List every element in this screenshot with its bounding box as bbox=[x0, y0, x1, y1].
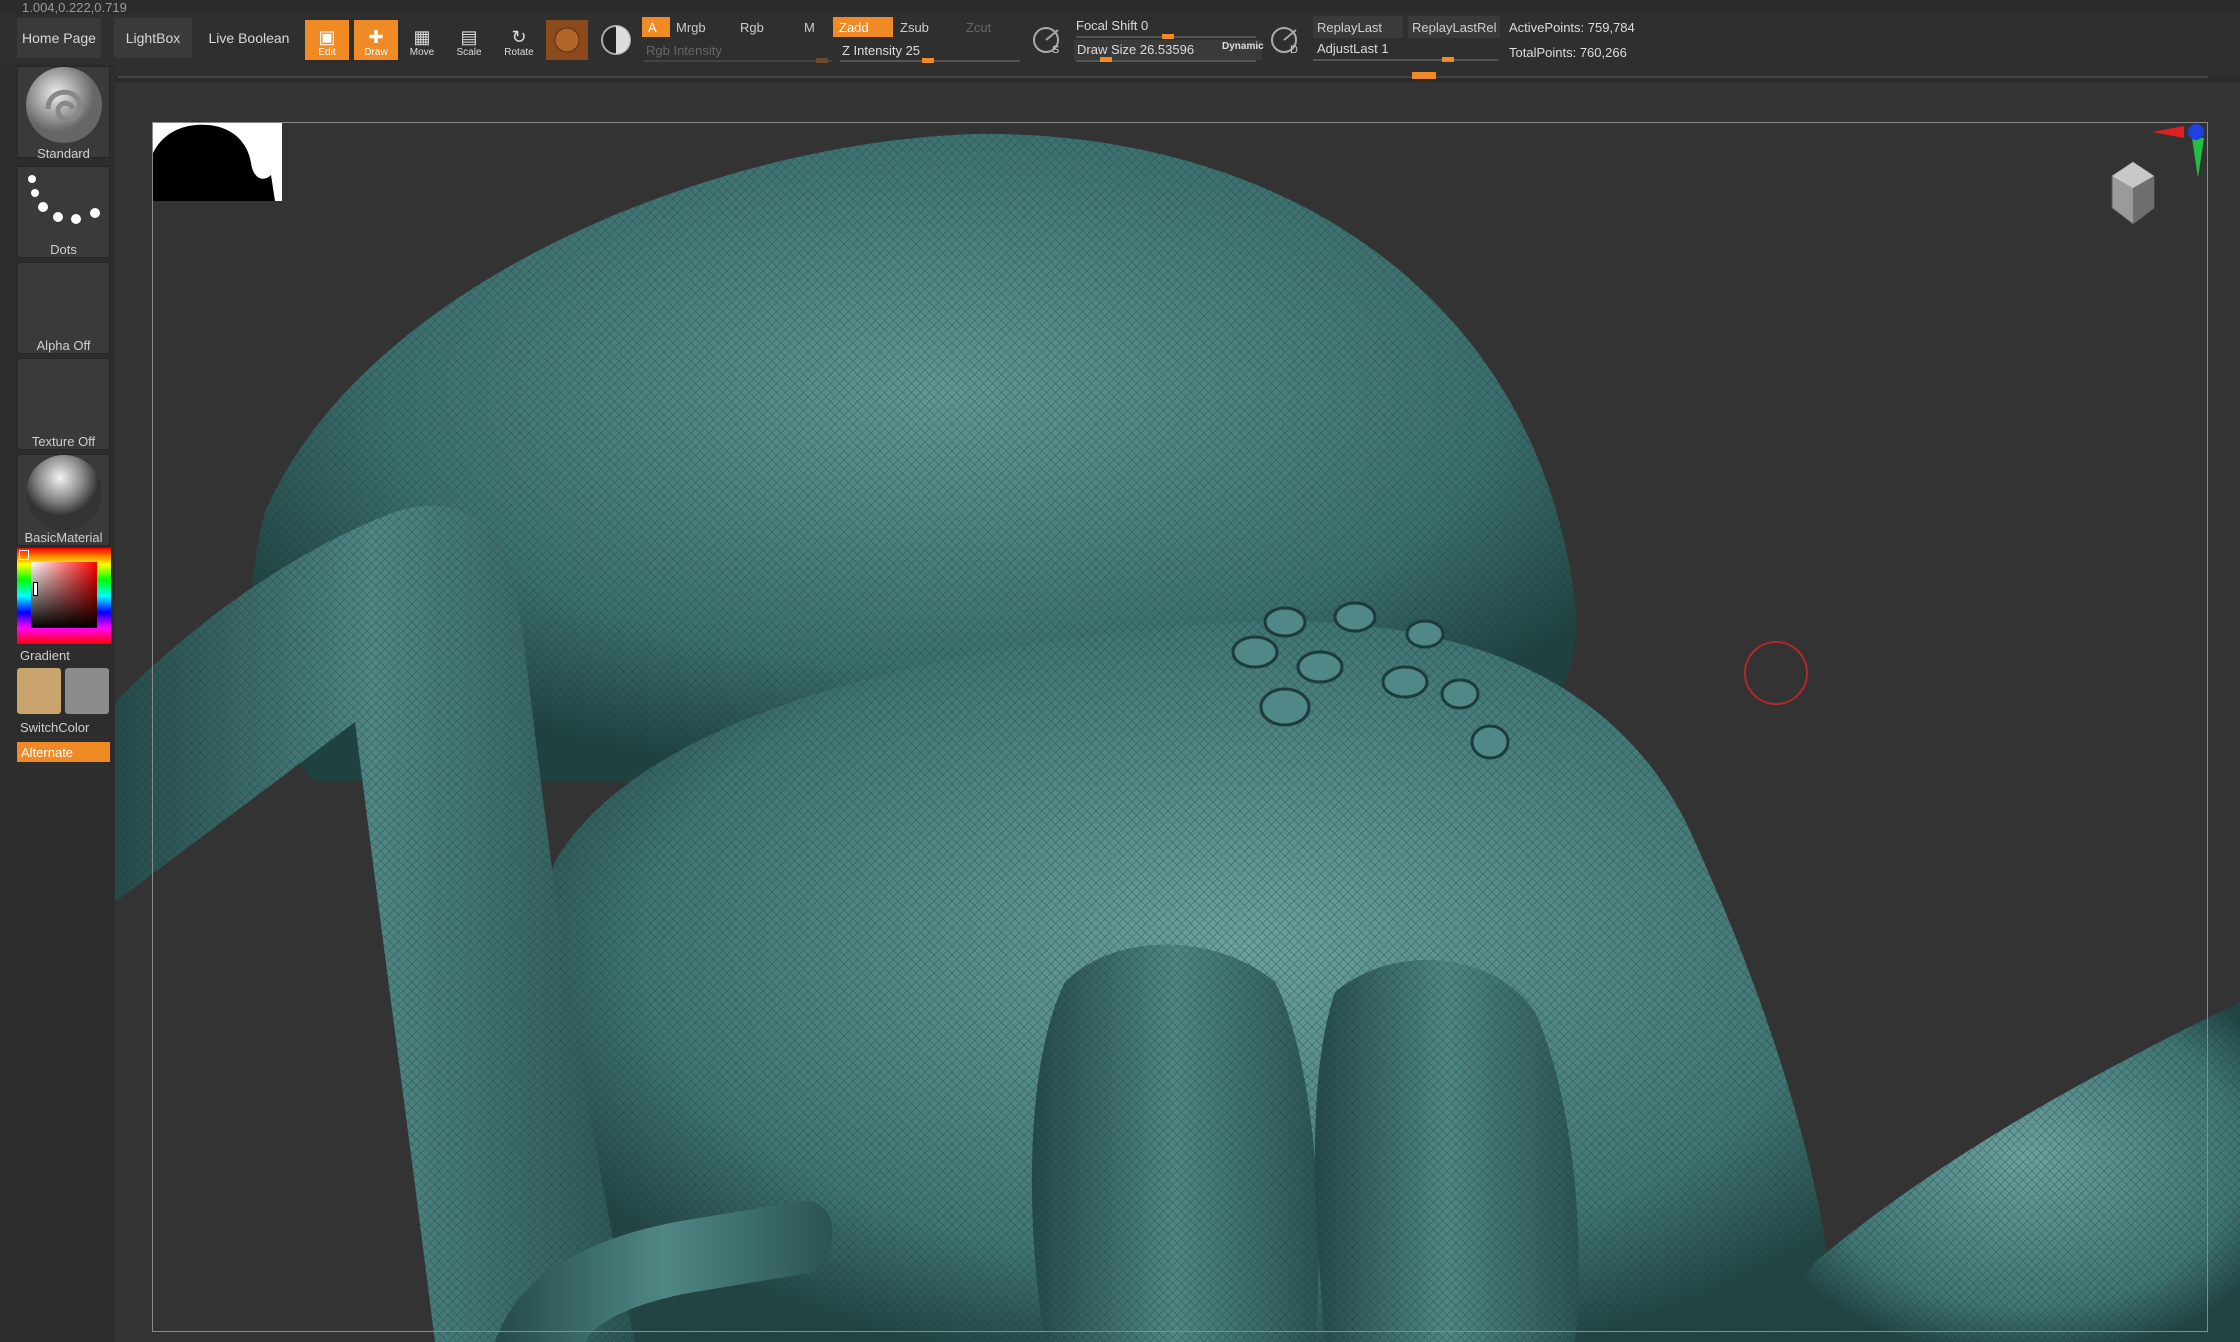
document-frame bbox=[152, 122, 2208, 1332]
switch-color-button[interactable]: SwitchColor bbox=[20, 720, 89, 735]
secondary-color-swatch[interactable] bbox=[65, 668, 109, 714]
adjust-last-slider[interactable]: AdjustLast 1 bbox=[1317, 41, 1389, 56]
gradient-label: Gradient bbox=[20, 648, 70, 663]
replay-last-button[interactable]: ReplayLast bbox=[1313, 16, 1403, 38]
move-button[interactable]: ▦ Move bbox=[400, 20, 444, 60]
standard-brush-icon bbox=[26, 67, 102, 143]
zadd-toggle[interactable]: Zadd bbox=[833, 17, 893, 37]
edit-button[interactable]: ▣ Edit bbox=[305, 20, 349, 60]
z-intensity-knob[interactable] bbox=[922, 58, 934, 63]
alpha-label: Alpha Off bbox=[36, 338, 91, 353]
scale-button[interactable]: ▤ Scale bbox=[447, 20, 491, 60]
material-swatch-button[interactable] bbox=[546, 20, 588, 60]
edit-icon: ▣ bbox=[318, 27, 336, 47]
replay-curve-button[interactable]: D bbox=[1268, 24, 1302, 58]
zsub-toggle[interactable]: Zsub bbox=[894, 17, 954, 37]
focal-curve-button[interactable]: S bbox=[1030, 24, 1064, 58]
draw-button[interactable]: ✚ Draw bbox=[354, 20, 398, 60]
draw-label: Draw bbox=[364, 47, 388, 58]
rgb-intensity-track bbox=[644, 60, 832, 62]
rgb-intensity-slider[interactable]: Rgb Intensity bbox=[640, 40, 820, 60]
d-key-label: D bbox=[1290, 44, 1298, 56]
color-sphere-button[interactable] bbox=[598, 22, 634, 58]
stroke-label: Dots bbox=[50, 242, 77, 257]
half-sphere-icon bbox=[601, 25, 631, 55]
version-label: 1.004,0.222,0.719 bbox=[22, 0, 127, 15]
primary-color-swatch[interactable] bbox=[17, 668, 61, 714]
adjust-last-knob[interactable] bbox=[1442, 57, 1454, 62]
draw-size-slider[interactable]: Draw Size 26.53596 bbox=[1077, 42, 1194, 57]
active-points-label: ActivePoints: 759,784 bbox=[1509, 20, 1635, 35]
live-boolean-button[interactable]: Live Boolean bbox=[203, 18, 295, 58]
color-indicator bbox=[19, 550, 29, 560]
focal-shift-knob[interactable] bbox=[1162, 34, 1174, 39]
lightbox-button[interactable]: LightBox bbox=[114, 18, 192, 58]
brush-label: Standard bbox=[37, 146, 90, 161]
a-toggle[interactable]: A bbox=[642, 17, 670, 37]
s-key-label: S bbox=[1052, 44, 1060, 56]
silhouette-icon bbox=[153, 124, 275, 201]
zcut-toggle[interactable]: Zcut bbox=[960, 17, 1010, 37]
draw-size-knob[interactable] bbox=[1100, 57, 1112, 62]
brush-thumbnail[interactable] bbox=[17, 66, 110, 158]
dynamic-toggle[interactable]: Dynamic bbox=[1222, 41, 1264, 52]
color-square[interactable] bbox=[31, 562, 97, 628]
timeline-knob[interactable] bbox=[1412, 72, 1436, 79]
adjust-last-track bbox=[1313, 59, 1498, 61]
rgb-intensity-knob[interactable] bbox=[816, 58, 828, 63]
replay-last-rel-button[interactable]: ReplayLastRel bbox=[1408, 16, 1500, 38]
edit-label: Edit bbox=[318, 47, 336, 58]
z-intensity-slider[interactable]: Z Intensity 25 bbox=[836, 40, 1016, 60]
total-points-label: TotalPoints: 760,266 bbox=[1509, 45, 1627, 60]
focal-shift-slider[interactable]: Focal Shift 0 bbox=[1076, 18, 1148, 33]
navigation-cube[interactable] bbox=[2100, 158, 2166, 230]
draw-icon: ✚ bbox=[368, 27, 384, 47]
silhouette-preview[interactable] bbox=[153, 123, 282, 201]
timeline-track[interactable] bbox=[118, 76, 2208, 78]
m-toggle[interactable]: M bbox=[798, 17, 832, 37]
rotate-icon: ↻ bbox=[511, 27, 527, 47]
mrgb-toggle[interactable]: Mrgb bbox=[670, 17, 728, 37]
texture-label: Texture Off bbox=[31, 434, 96, 449]
move-icon: ▦ bbox=[413, 27, 431, 47]
color-picker[interactable] bbox=[17, 548, 111, 644]
scale-icon: ▤ bbox=[460, 27, 478, 47]
color-cursor[interactable] bbox=[33, 582, 38, 596]
sphere-icon bbox=[554, 27, 580, 53]
home-page-button[interactable]: Home Page bbox=[17, 18, 101, 58]
alternate-button[interactable]: Alternate bbox=[17, 742, 110, 762]
move-label: Move bbox=[409, 47, 435, 58]
scale-label: Scale bbox=[456, 47, 482, 58]
dots-stroke-icon bbox=[28, 175, 100, 224]
head-gizmo-icon bbox=[2111, 161, 2155, 225]
material-label: BasicMaterial bbox=[24, 530, 103, 545]
rgb-toggle[interactable]: Rgb bbox=[734, 17, 788, 37]
rotate-button[interactable]: ↻ Rotate bbox=[497, 20, 541, 60]
rotate-label: Rotate bbox=[504, 47, 534, 58]
